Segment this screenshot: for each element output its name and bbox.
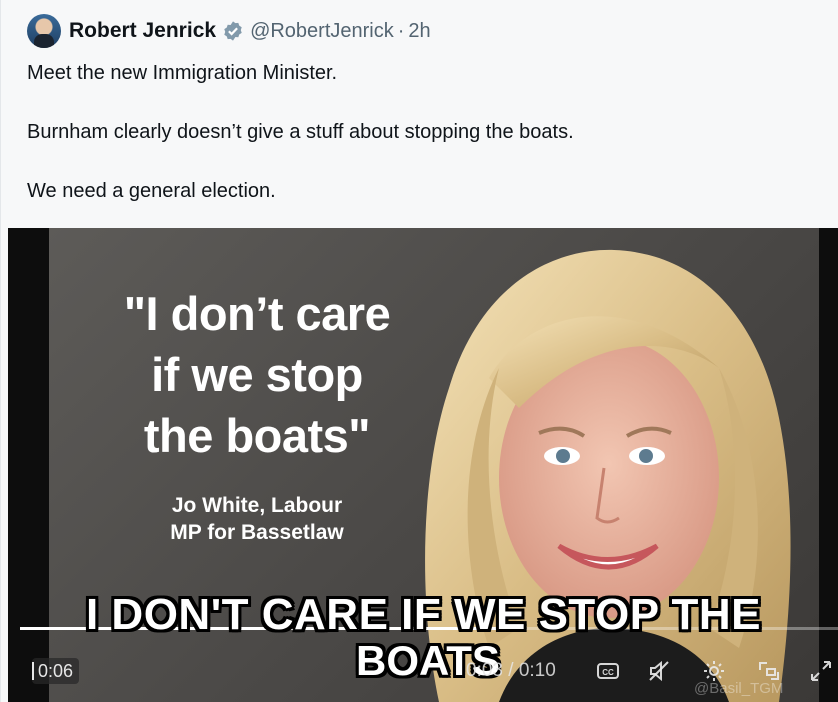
separator-dot: · [397, 19, 405, 42]
tweet-paragraph: Meet the new Immigration Minister. [27, 62, 338, 84]
quote-line: "I don’t care [123, 287, 391, 340]
attribution-line: MP for Bassetlaw [170, 521, 344, 544]
tweet-text: Meet the new Immigration Minister. Burnh… [27, 58, 807, 235]
quote-overlay: "I don’t care if we stop the boats" [107, 283, 407, 466]
tweet-timestamp[interactable]: 2h [408, 20, 430, 42]
author-avatar[interactable] [27, 14, 61, 48]
captions-icon[interactable]: CC [595, 658, 621, 684]
time-status: 0:03 / 0:10 [466, 660, 556, 681]
verified-badge-icon[interactable] [222, 20, 244, 42]
author-name[interactable]: Robert Jenrick [69, 19, 216, 43]
author-handle-line: @RobertJenrick · 2h [250, 20, 431, 43]
subtitle-line: I DON'T CARE IF WE STOP THE [85, 590, 762, 639]
author-handle[interactable]: @RobertJenrick [250, 20, 394, 42]
video-watermark: @Basil_TGM [694, 680, 784, 697]
tweet-card[interactable]: Robert Jenrick @RobertJenrick · 2h Meet th… [0, 0, 838, 702]
tweet-header: Robert Jenrick @RobertJenrick · 2h [27, 13, 431, 49]
tweet-paragraph: Burnham clearly doesn’t give a stuff abo… [27, 121, 574, 143]
attribution-line: Jo White, Labour [171, 494, 343, 517]
quote-attribution: Jo White, Labour MP for Bassetlaw [107, 492, 407, 546]
svg-text:CC: CC [602, 668, 614, 677]
mute-icon[interactable] [646, 658, 672, 684]
tweet-paragraph: We need a general election. [27, 180, 276, 202]
fullscreen-icon[interactable] [808, 658, 834, 684]
elapsed-time-badge: 0:06 [32, 658, 80, 684]
quote-line: if we stop [151, 348, 363, 401]
quote-line: the boats" [143, 409, 371, 462]
video-player[interactable]: "I don’t care if we stop the boats" Jo W… [8, 228, 838, 702]
